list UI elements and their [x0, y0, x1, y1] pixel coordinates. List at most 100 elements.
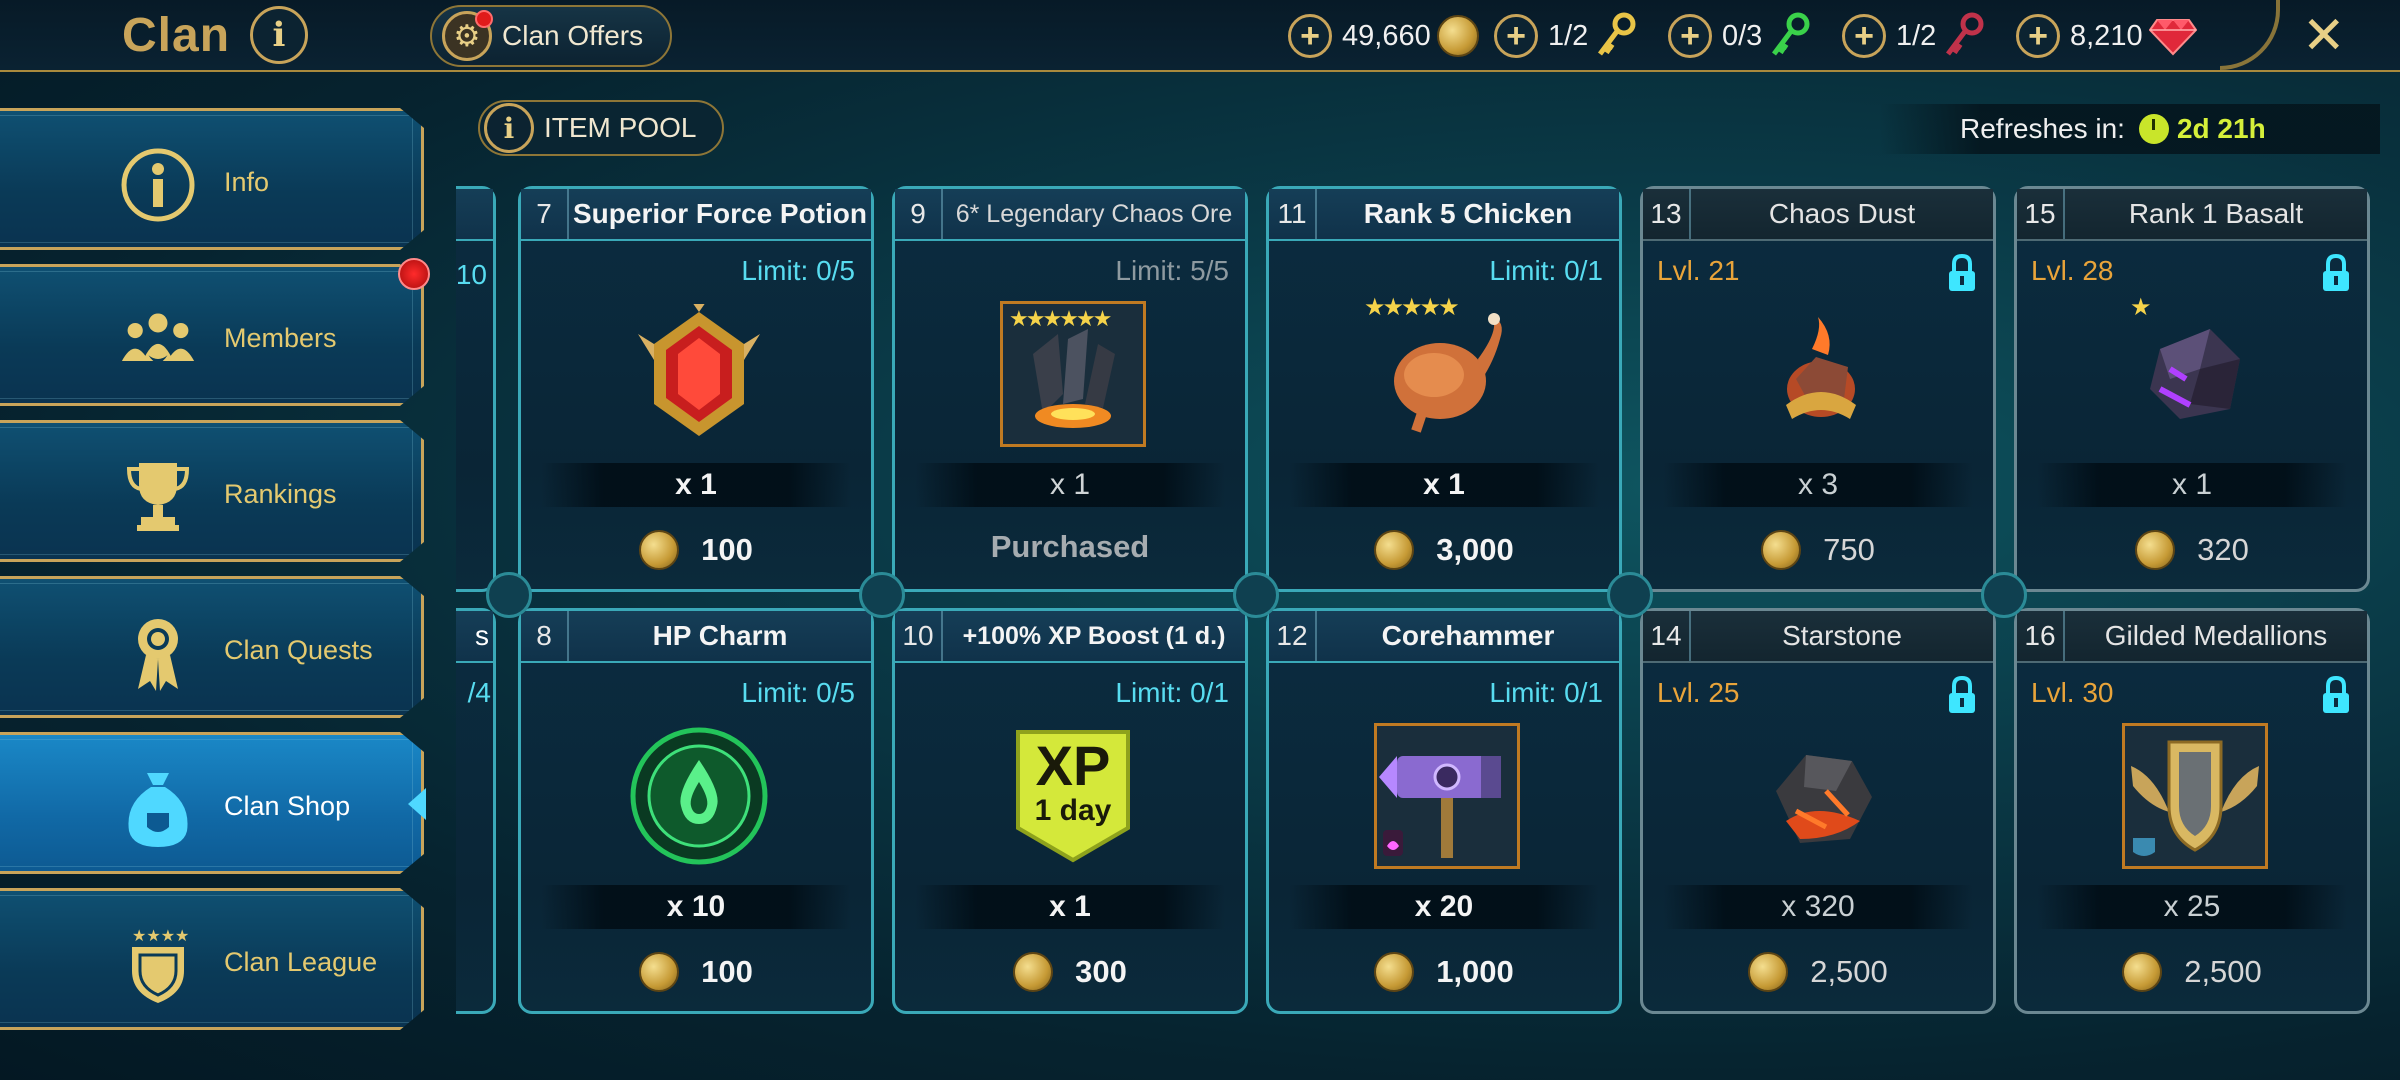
currency-green-key: + 0/3	[1668, 12, 1812, 60]
grid-joint	[1233, 572, 1279, 618]
shop-card[interactable]: 11 Rank 5 Chicken Limit: 0/1 ★★★★★ x 1 3,…	[1266, 186, 1622, 592]
grid-joint	[859, 572, 905, 618]
add-red-key-button[interactable]: +	[1842, 14, 1886, 58]
close-button[interactable]: ✕	[2302, 6, 2346, 66]
item-price: 320	[2017, 525, 2367, 575]
currency-gems: + 8,210	[2016, 12, 2197, 60]
purchased-status: Purchased	[990, 529, 1150, 564]
slot-number: 8	[521, 611, 569, 661]
silver-coin-icon	[1436, 15, 1479, 57]
shop-card[interactable]: 16 Gilded Medallions Lvl. 30 x 25 2,500	[2014, 608, 2370, 1014]
item-quantity: x 1	[2037, 463, 2347, 507]
sidebar-item-label: Rankings	[224, 479, 337, 509]
item-name: 6* Legendary Chaos Ore	[955, 199, 1233, 228]
clan-offers-label: Clan Offers	[502, 20, 644, 51]
red-key-amount: 1/2	[1896, 19, 1937, 52]
slot-number: 11	[1269, 189, 1317, 239]
silver-coin-icon	[1748, 952, 1789, 992]
sidebar-item-clan-shop[interactable]: Clan Shop	[0, 732, 424, 874]
shop-card[interactable]: 13 Chaos Dust Lvl. 21 x 3 750	[1640, 186, 1996, 592]
silver-coin-icon	[1013, 952, 1054, 992]
slot-number: 9	[895, 189, 943, 239]
info-icon: i	[484, 103, 534, 153]
shop-card[interactable]: 9 6* Legendary Chaos Ore Limit: 5/5 ★★★★★…	[892, 186, 1248, 592]
item-price: 1,000	[1269, 947, 1619, 997]
add-gems-button[interactable]: +	[2016, 14, 2060, 58]
info-icon: i	[272, 15, 286, 55]
clan-offers-button[interactable]: ⚙ Clan Offers	[430, 5, 672, 67]
top-bar: Clan i ⚙ Clan Offers + 49,660 + 1/2 + 0/…	[0, 0, 2400, 72]
sidebar-item-label: Clan League	[224, 947, 378, 977]
partial-text: /4	[467, 677, 491, 708]
xp-label: XP	[1035, 734, 1111, 797]
basalt-icon: ★	[2120, 294, 2270, 449]
slot-number: 16	[2017, 611, 2065, 661]
chicken-icon: ★★★★★	[1364, 294, 1522, 449]
item-name: Chaos Dust	[1768, 198, 1916, 229]
item-name: Starstone	[1782, 620, 1902, 651]
add-silver-button[interactable]: +	[1288, 14, 1332, 58]
purchase-limit: Limit: 0/1	[1489, 677, 1603, 708]
shop-card-partial[interactable]: s /4	[456, 608, 496, 1014]
slot-number: 15	[2017, 189, 2065, 239]
item-quantity: x 10	[541, 885, 851, 929]
shop-grid: 10 s /4 7 Superior Force Potion Limit: 0/…	[456, 186, 2400, 1016]
shop-card[interactable]: 14 Starstone Lvl. 25 x 320 2,500	[1640, 608, 1996, 1014]
purchase-limit: Limit: 0/5	[741, 255, 855, 286]
silver-coin-icon	[639, 530, 680, 570]
item-quantity: x 25	[2037, 885, 2347, 929]
silver-coin-icon	[1374, 952, 1415, 992]
item-name: +100% XP Boost (1 d.)	[962, 621, 1226, 650]
item-price: 2,500	[2017, 947, 2367, 997]
info-icon	[120, 147, 196, 223]
item-name: Gilded Medallions	[2104, 620, 2328, 651]
svg-text:★★★★: ★★★★	[132, 926, 189, 945]
add-gold-key-button[interactable]: +	[1494, 14, 1538, 58]
shop-card[interactable]: 12 Corehammer Limit: 0/1 x 20 1,000	[1266, 608, 1622, 1014]
shop-card[interactable]: 7 Superior Force Potion Limit: 0/5 x 1 10…	[518, 186, 874, 592]
shield-icon: ★★★★	[120, 926, 196, 1003]
item-pool-button[interactable]: i ITEM POOL	[478, 100, 724, 156]
gilded-medallion-icon	[2120, 721, 2270, 871]
sidebar-item-label: Info	[224, 167, 270, 197]
sidebar-item-label: Clan Shop	[224, 791, 351, 821]
item-name: Rank 1 Basalt	[2128, 198, 2304, 229]
clan-info-button[interactable]: i	[250, 6, 308, 64]
grid-joint	[486, 572, 532, 618]
silver-coin-icon	[639, 952, 680, 992]
partial-text: s	[475, 620, 489, 651]
shop-card[interactable]: 8 HP Charm Limit: 0/5 x 10 100	[518, 608, 874, 1014]
price-value: 2,500	[2184, 954, 2262, 989]
shop-card[interactable]: 15 Rank 1 Basalt Lvl. 28 ★ x 1 320	[2014, 186, 2370, 592]
gold-key-amount: 1/2	[1548, 19, 1589, 52]
required-level: Lvl. 25	[1657, 677, 1740, 708]
price-value: 3,000	[1436, 532, 1514, 567]
sidebar-item-clan-quests[interactable]: Clan Quests	[0, 576, 424, 718]
shop-card-partial[interactable]: 10	[456, 186, 496, 592]
shop-card[interactable]: 10 +100% XP Boost (1 d.) Limit: 0/1 XP 1 …	[892, 608, 1248, 1014]
sidebar-item-label: Clan Quests	[224, 635, 373, 665]
refresh-time: 2d 21h	[2176, 113, 2266, 144]
required-level: Lvl. 28	[2031, 255, 2114, 286]
item-price: 3,000	[1269, 525, 1619, 575]
chaos-dust-icon	[1746, 299, 1896, 449]
sidebar-item-clan-league[interactable]: ★★★★ Clan League	[0, 888, 424, 1030]
add-green-key-button[interactable]: +	[1668, 14, 1712, 58]
sidebar-item-info[interactable]: Info	[0, 108, 424, 250]
silver-amount: 49,660	[1342, 19, 1431, 52]
medal-icon	[120, 615, 196, 691]
price-value: 100	[701, 532, 753, 567]
force-potion-icon	[624, 299, 774, 449]
sidebar-item-members[interactable]: Members	[0, 264, 424, 406]
required-level: Lvl. 21	[1657, 255, 1740, 286]
purchase-limit: Limit: 0/5	[741, 677, 855, 708]
notification-dot	[475, 10, 493, 28]
price-value: 100	[701, 954, 753, 989]
slot-number: 13	[1643, 189, 1691, 239]
partial-text: 10	[456, 259, 487, 290]
lock-icon	[2323, 253, 2349, 291]
item-price: 100	[521, 947, 871, 997]
red-key-icon	[1946, 12, 1984, 56]
sidebar-item-rankings[interactable]: Rankings	[0, 420, 424, 562]
item-price: 750	[1643, 525, 1993, 575]
